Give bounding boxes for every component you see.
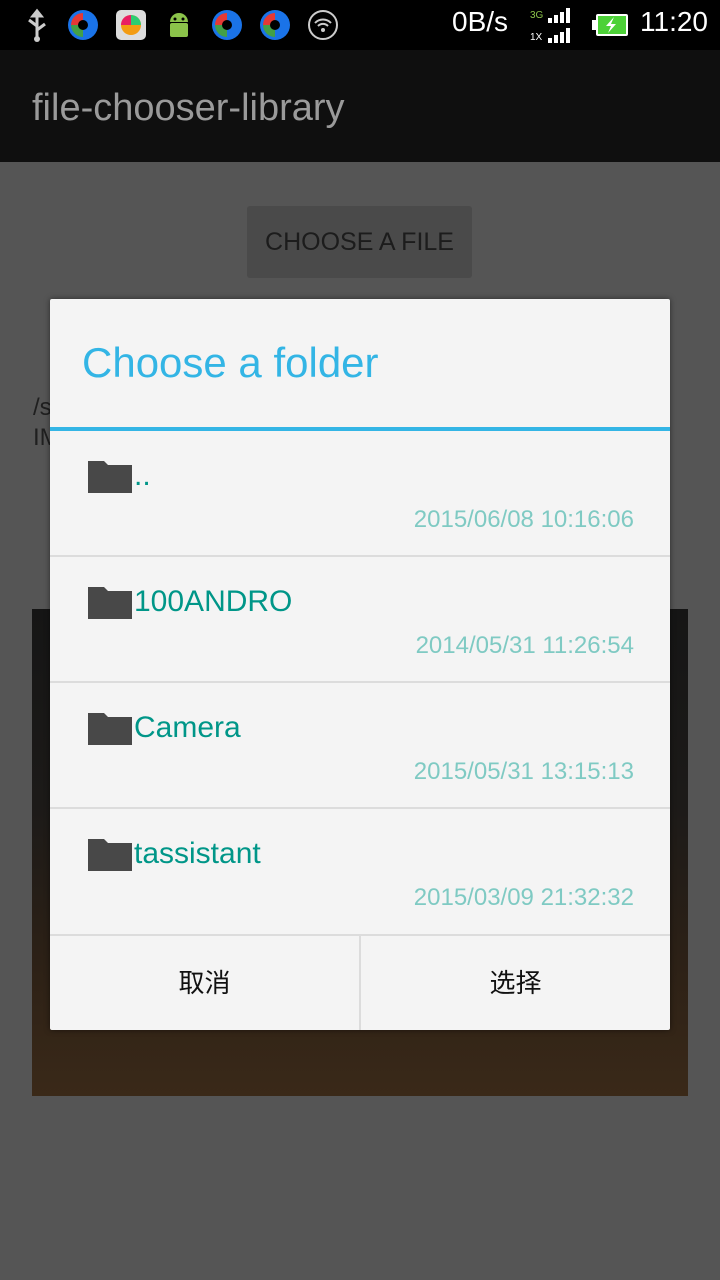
folder-list-item[interactable]: Camera 2015/05/31 13:15:13 [50, 683, 670, 809]
folder-list-item[interactable]: tassistant 2015/03/09 21:32:32 [50, 809, 670, 935]
usb-icon [28, 8, 46, 42]
folder-icon [88, 587, 132, 619]
app-icon [212, 10, 242, 40]
folder-icon [88, 713, 132, 745]
folder-icon [88, 461, 132, 493]
folder-name: 100ANDRO [134, 585, 293, 618]
choose-file-button[interactable]: CHOOSE A FILE [247, 206, 472, 278]
folder-list-item[interactable]: 100ANDRO 2014/05/31 11:26:54 [50, 557, 670, 683]
signal-icon [548, 8, 570, 43]
folder-icon [88, 839, 132, 871]
dialog-button-bar: 取消 选择 [50, 934, 670, 1030]
choose-folder-dialog: Choose a folder .. 2015/06/08 10:16:06 1… [50, 299, 670, 1030]
wifi-icon [308, 10, 338, 40]
app-title: file-chooser-library [32, 87, 345, 129]
select-button[interactable]: 选择 [361, 936, 670, 1030]
folder-date: 2015/05/31 13:15:13 [413, 758, 634, 785]
folder-date: 2015/03/09 21:32:32 [413, 884, 634, 911]
folder-date: 2014/05/31 11:26:54 [415, 632, 634, 659]
folder-name: .. [134, 459, 151, 492]
folder-list-item[interactable]: .. 2015/06/08 10:16:06 [50, 431, 670, 557]
network-type-bottom: 1X [530, 32, 543, 43]
battery-charging-icon [592, 14, 628, 36]
app-icon [260, 10, 290, 40]
network-speed: 0B/s [452, 6, 509, 37]
app-store-icon [116, 10, 146, 40]
status-bar: 0B/s 3G 1X 11:20 [0, 0, 720, 50]
network-type-top: 3G [530, 10, 544, 21]
folder-name: tassistant [134, 837, 261, 870]
folder-name: Camera [134, 711, 241, 744]
clock: 11:20 [640, 6, 708, 37]
android-debug-icon [170, 13, 188, 37]
dialog-title: Choose a folder [82, 339, 379, 386]
cancel-button[interactable]: 取消 [50, 936, 359, 1030]
folder-date: 2015/06/08 10:16:06 [413, 506, 634, 533]
app-icon [68, 10, 98, 40]
